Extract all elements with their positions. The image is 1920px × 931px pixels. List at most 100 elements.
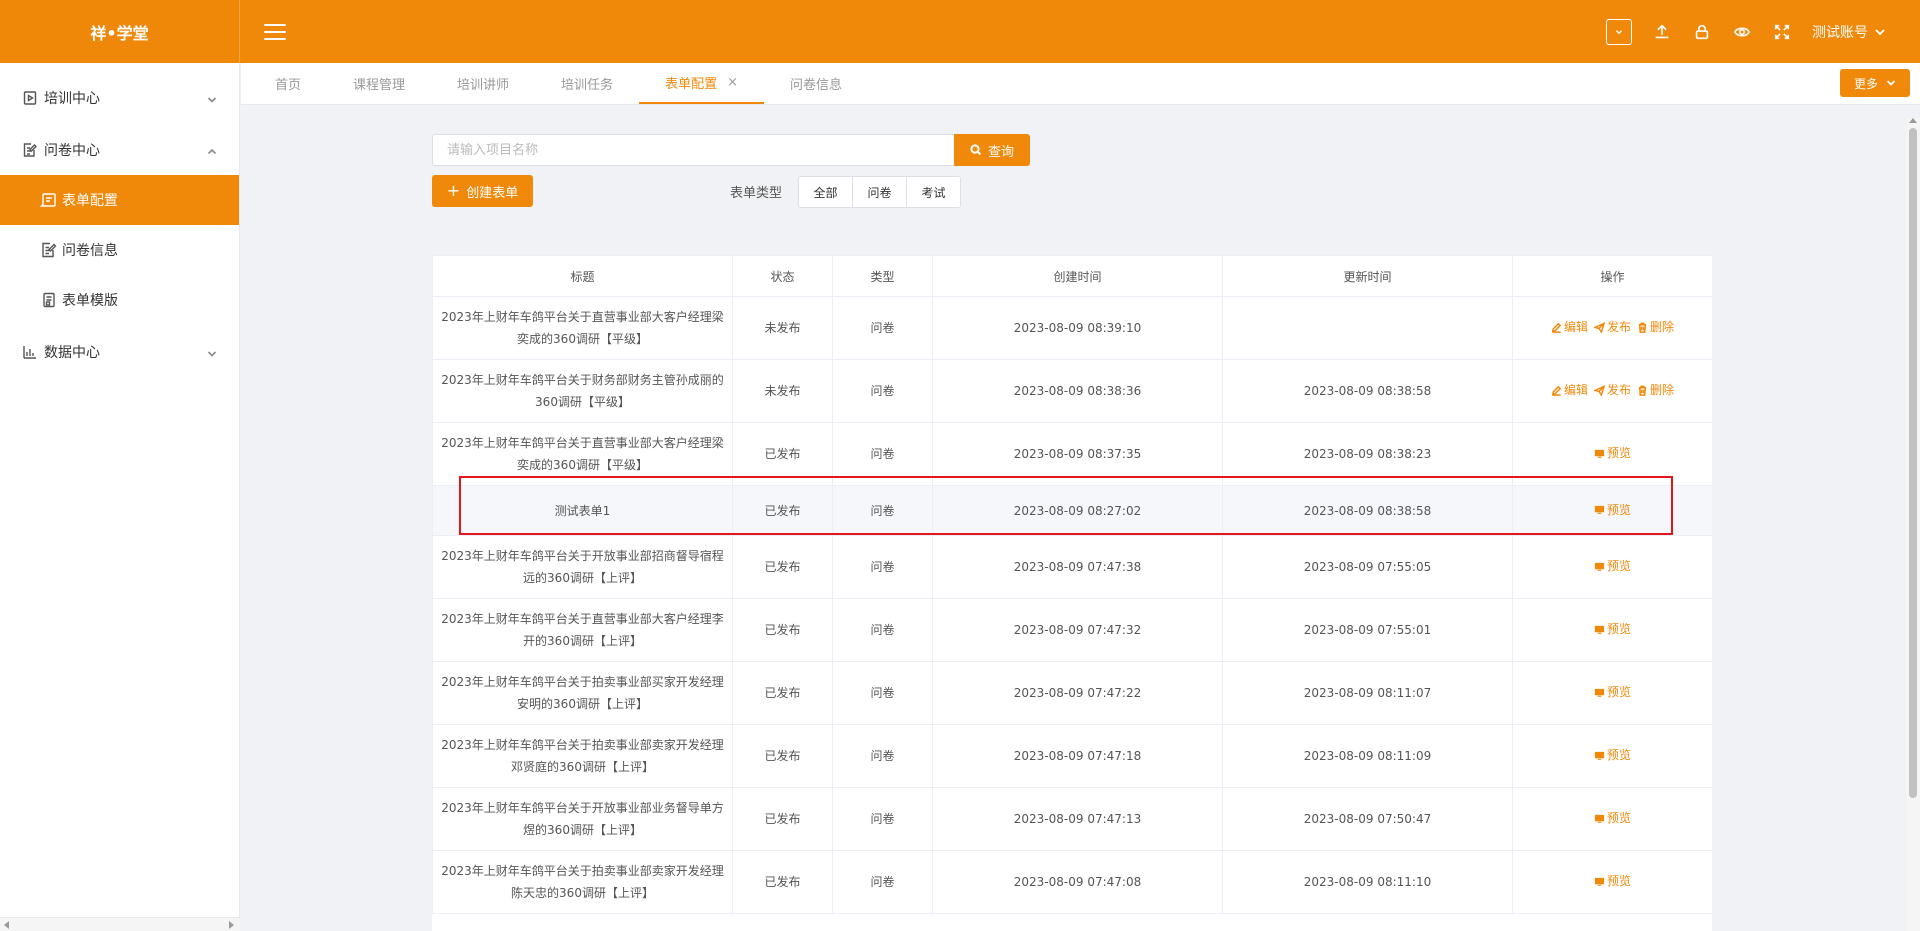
monitor-icon xyxy=(1594,813,1605,824)
delete-button[interactable]: 删除 xyxy=(1637,316,1674,338)
search-input[interactable] xyxy=(432,134,954,166)
preview-button[interactable]: 预览 xyxy=(1594,618,1631,640)
tab-training-task[interactable]: 培训任务 xyxy=(535,62,639,104)
eye-icon[interactable] xyxy=(1732,22,1752,42)
table-row[interactable]: 2023年上财年车鸽平台关于拍卖事业部卖家开发经理邓贤庭的360调研【上评】 已发… xyxy=(432,724,1712,788)
scroll-left-icon[interactable] xyxy=(4,921,9,929)
template-icon xyxy=(40,291,58,309)
cell-status: 未发布 xyxy=(732,296,833,360)
sidebar-item-label: 表单模版 xyxy=(62,293,118,309)
cell-title: 2023年上财年车鸽平台关于开放事业部业务督导单方煜的360调研【上评】 xyxy=(432,787,733,851)
table-row[interactable]: 2023年上财年车鸽平台关于直营事业部大客户经理梁奕成的360调研【平级】 已发布… xyxy=(432,422,1712,486)
table-row[interactable]: 2023年上财年车鸽平台关于财务部财务主管孙成丽的360调研【平级】 未发布 问卷 2… xyxy=(432,359,1712,423)
table-row[interactable]: 2023年上财年车鸽平台关于直营事业部大客户经理李开的360调研【上评】 已发布问… xyxy=(432,598,1712,662)
cell-type: 问卷 xyxy=(832,359,933,423)
preview-button[interactable]: 预览 xyxy=(1594,442,1631,464)
chevron-down-icon xyxy=(1875,28,1885,35)
cell-type: 问卷 xyxy=(832,598,933,662)
cell-status: 已发布 xyxy=(732,535,833,599)
dropdown-box-icon[interactable] xyxy=(1606,18,1632,45)
action-label: 删除 xyxy=(1650,383,1675,398)
tab-course-management[interactable]: 课程管理 xyxy=(327,62,431,104)
action-label: 发布 xyxy=(1606,383,1631,398)
sidebar: 培训中心 问卷中心 表单配置 问卷信息 表单模版 数据中心 xyxy=(0,63,240,931)
search-bar: 查询 xyxy=(432,134,1030,166)
cell-actions: 编辑 发布 删除 xyxy=(1512,359,1712,423)
column-header-updated: 更新时间 xyxy=(1222,255,1513,297)
publish-button[interactable]: 发布 xyxy=(1593,379,1631,401)
sidebar-item-form-config[interactable]: 表单配置 xyxy=(0,175,239,225)
send-icon xyxy=(1593,321,1605,333)
scrollbar-thumb[interactable] xyxy=(1909,128,1917,798)
cell-created: 2023-08-09 08:38:36 xyxy=(932,359,1223,423)
action-label: 预览 xyxy=(1606,502,1631,517)
table-row[interactable]: 2023年上财年车鸽平台关于拍卖事业部买家开发经理安明的360调研【上评】 已发布… xyxy=(432,661,1712,725)
edit-button[interactable]: 编辑 xyxy=(1551,316,1588,338)
more-button[interactable]: 更多 xyxy=(1839,69,1910,97)
action-label: 预览 xyxy=(1606,622,1631,637)
publish-button[interactable]: 发布 xyxy=(1593,316,1631,338)
tab-form-config[interactable]: 表单配置 × xyxy=(639,62,764,104)
app-logo[interactable]: 祥•学堂 xyxy=(0,0,240,63)
upload-icon[interactable] xyxy=(1652,22,1672,42)
main-content: 查询 + 创建表单 表单类型 全部 问卷 考试 标题 状态 类型 创建时间 更新… xyxy=(241,106,1906,931)
delete-button[interactable]: 删除 xyxy=(1637,379,1674,401)
edit-button[interactable]: 编辑 xyxy=(1551,379,1588,401)
form-type-filter: 全部 问卷 考试 xyxy=(798,176,961,208)
search-button[interactable]: 查询 xyxy=(954,134,1030,166)
cell-type: 问卷 xyxy=(832,535,933,599)
lock-icon[interactable] xyxy=(1692,22,1712,42)
table-row[interactable]: 2023年上财年车鸽平台关于直营事业部大客户经理梁奕成的360调研【平级】 未发布… xyxy=(432,296,1712,360)
action-label: 预览 xyxy=(1606,559,1631,574)
table-row[interactable]: 测试表单1 已发布 问卷 2023-08-09 08:27:02 2023-08-09 … xyxy=(432,485,1712,536)
edit-icon xyxy=(1551,322,1562,333)
monitor-icon xyxy=(1594,624,1605,635)
preview-button[interactable]: 预览 xyxy=(1594,807,1631,829)
table-row[interactable]: 2023年上财年车鸽平台关于开放事业部业务督导单方煜的360调研【上评】 已发布问… xyxy=(432,787,1712,851)
preview-button[interactable]: 预览 xyxy=(1594,681,1631,703)
cell-title: 2023年上财年车鸽平台关于拍卖事业部卖家开发经理陈天忠的360调研【上评】 xyxy=(432,850,733,914)
sidebar-horizontal-scrollbar[interactable] xyxy=(0,917,240,931)
tab-survey-info[interactable]: 问卷信息 xyxy=(764,62,868,104)
sidebar-item-training-center[interactable]: 培训中心 xyxy=(0,73,239,123)
preview-button[interactable]: 预览 xyxy=(1594,870,1631,892)
tab-label: 课程管理 xyxy=(353,77,406,93)
filter-all-button[interactable]: 全部 xyxy=(798,176,853,208)
sidebar-item-form-template[interactable]: 表单模版 xyxy=(0,275,239,325)
cell-type: 问卷 xyxy=(832,661,933,725)
create-form-button[interactable]: + 创建表单 xyxy=(432,175,533,207)
tab-label: 首页 xyxy=(275,77,302,93)
cell-status: 已发布 xyxy=(732,598,833,662)
table-row[interactable]: 2023年上财年车鸽平台关于拍卖事业部卖家开发经理陈天忠的360调研【上评】 已发… xyxy=(432,850,1712,914)
scroll-up-icon[interactable] xyxy=(1909,118,1917,123)
filter-exam-button[interactable]: 考试 xyxy=(906,176,961,208)
column-header-status: 状态 xyxy=(732,255,833,297)
cell-actions: 预览 xyxy=(1512,422,1712,486)
action-label: 发布 xyxy=(1606,320,1631,335)
close-icon[interactable]: × xyxy=(727,75,738,90)
vertical-scrollbar[interactable] xyxy=(1906,118,1920,931)
tab-training-lecturer[interactable]: 培训讲师 xyxy=(431,62,535,104)
fullscreen-icon[interactable] xyxy=(1772,22,1792,42)
account-menu[interactable]: 测试账号 xyxy=(1812,22,1886,42)
tab-label: 培训讲师 xyxy=(457,77,510,93)
menu-toggle-icon[interactable] xyxy=(264,23,286,40)
plus-icon: + xyxy=(446,181,461,200)
cell-actions: 编辑 发布 删除 xyxy=(1512,296,1712,360)
tab-label: 表单配置 xyxy=(665,76,718,92)
preview-button[interactable]: 预览 xyxy=(1594,744,1631,766)
cell-updated: 2023-08-09 08:11:07 xyxy=(1222,661,1513,725)
sidebar-item-survey-info[interactable]: 问卷信息 xyxy=(0,225,239,275)
sidebar-item-survey-center[interactable]: 问卷中心 xyxy=(0,125,239,175)
preview-button[interactable]: 预览 xyxy=(1594,555,1631,577)
sidebar-item-label: 表单配置 xyxy=(62,193,118,209)
sidebar-item-data-center[interactable]: 数据中心 xyxy=(0,327,239,377)
column-header-actions: 操作 xyxy=(1512,255,1712,297)
cell-type: 问卷 xyxy=(832,422,933,486)
filter-survey-button[interactable]: 问卷 xyxy=(852,176,907,208)
tab-home[interactable]: 首页 xyxy=(249,62,327,104)
preview-button[interactable]: 预览 xyxy=(1594,499,1631,521)
table-row[interactable]: 2023年上财年车鸽平台关于开放事业部招商督导宿程远的360调研【上评】 已发布问… xyxy=(432,535,1712,599)
chevron-down-icon xyxy=(207,93,217,103)
scroll-right-icon[interactable] xyxy=(229,921,234,929)
